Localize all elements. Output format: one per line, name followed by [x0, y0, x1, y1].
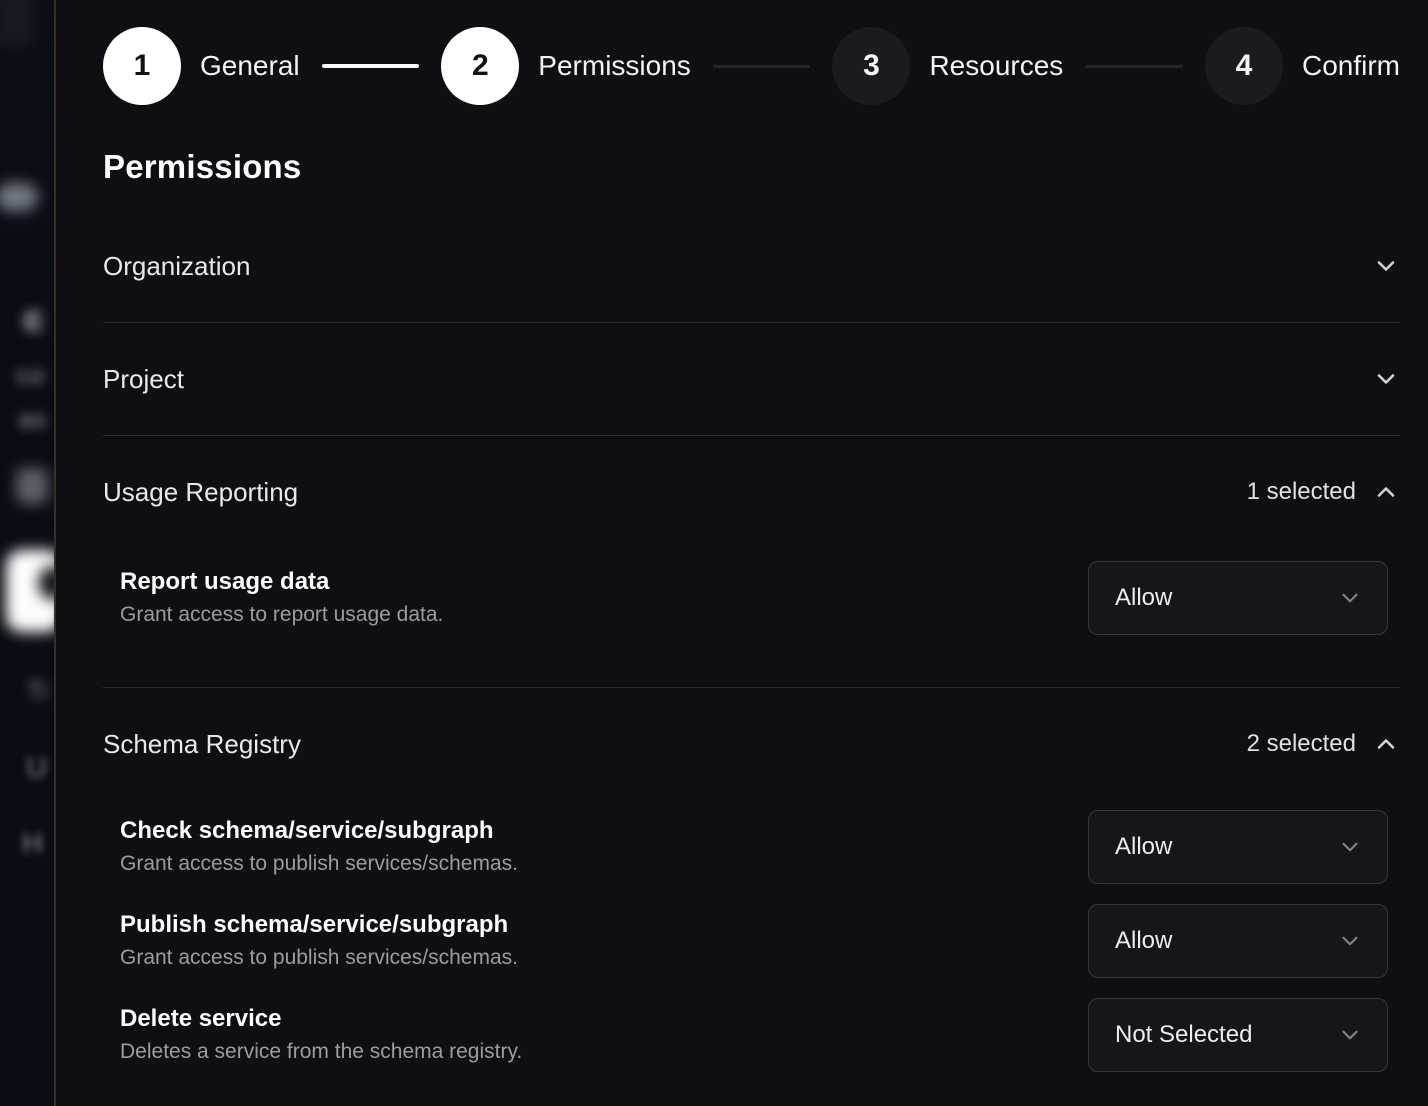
permission-select-report-usage-data[interactable]: Allow — [1088, 561, 1388, 635]
blur-text-fragment: c — [24, 300, 43, 339]
blur-blob — [0, 183, 38, 211]
wizard-stepper: 1 General 2 Permissions 3 Resources 4 Co… — [103, 27, 1400, 105]
step-circle-confirm[interactable]: 4 — [1205, 27, 1283, 105]
section-schema-registry-toggle[interactable]: Schema Registry 2 selected — [103, 688, 1400, 763]
permission-title: Check schema/service/subgraph — [120, 815, 518, 847]
step-label-permissions: Permissions — [538, 50, 690, 82]
step-label-general: General — [200, 50, 300, 82]
blur-blob — [16, 468, 48, 504]
blur-text-fragment: as — [18, 404, 47, 435]
blur-text-fragment: Ti — [26, 676, 48, 707]
step-circle-resources[interactable]: 3 — [832, 27, 910, 105]
blur-blob — [0, 0, 34, 45]
section-title: Organization — [103, 251, 250, 282]
dropdown-value: Allow — [1115, 927, 1172, 955]
chevron-up-icon — [1372, 730, 1400, 758]
section-title: Usage Reporting — [103, 477, 298, 508]
dropdown-value: Allow — [1115, 584, 1172, 612]
selected-count-badge: 2 selected — [1247, 730, 1356, 758]
selected-count-badge: 1 selected — [1247, 478, 1356, 506]
permission-title: Publish schema/service/subgraph — [120, 909, 518, 941]
chevron-down-icon — [1372, 365, 1400, 393]
background-app-blur: c co as Ti U H — [0, 0, 54, 1106]
permission-title: Delete service — [120, 1003, 522, 1035]
step-circle-permissions[interactable]: 2 — [441, 27, 519, 105]
chevron-down-icon — [1337, 834, 1363, 860]
section-organization: Organization — [103, 210, 1400, 323]
dropdown-value: Allow — [1115, 833, 1172, 861]
section-project: Project — [103, 323, 1400, 436]
dropdown-value: Not Selected — [1115, 1021, 1252, 1049]
permission-title: Report usage data — [120, 566, 443, 598]
create-key-wizard-panel: 1 General 2 Permissions 3 Resources 4 Co… — [54, 0, 1428, 1106]
step-connector — [1085, 65, 1183, 68]
blur-text-fragment: H — [22, 828, 43, 861]
chevron-down-icon — [1337, 1022, 1363, 1048]
blur-text-fragment: U — [26, 752, 47, 785]
step-circle-general[interactable]: 1 — [103, 27, 181, 105]
section-title: Project — [103, 364, 184, 395]
chevron-up-icon — [1372, 478, 1400, 506]
permission-description: Grant access to publish services/schemas… — [120, 941, 518, 974]
permission-select-check-schema[interactable]: Allow — [1088, 810, 1388, 884]
step-connector — [713, 65, 811, 68]
page-title: Permissions — [103, 148, 1400, 186]
step-label-confirm: Confirm — [1302, 50, 1400, 82]
blur-text-fragment: co — [16, 360, 45, 391]
section-usage-reporting-toggle[interactable]: Usage Reporting 1 selected — [103, 436, 1400, 511]
permission-description: Deletes a service from the schema regist… — [120, 1035, 522, 1068]
section-project-toggle[interactable]: Project — [103, 323, 1400, 435]
section-title: Schema Registry — [103, 729, 301, 760]
permission-select-delete-service[interactable]: Not Selected — [1088, 998, 1388, 1072]
permission-description: Grant access to report usage data. — [120, 598, 443, 631]
step-label-resources: Resources — [929, 50, 1063, 82]
section-organization-toggle[interactable]: Organization — [103, 210, 1400, 322]
chevron-down-icon — [1372, 252, 1400, 280]
section-usage-reporting: Usage Reporting 1 selected Report usage … — [103, 436, 1400, 688]
chevron-down-icon — [1337, 585, 1363, 611]
permission-row-delete-service: Delete service Deletes a service from th… — [120, 998, 1388, 1072]
chevron-down-icon — [1337, 928, 1363, 954]
permission-description: Grant access to publish services/schemas… — [120, 847, 518, 880]
permission-select-publish-schema[interactable]: Allow — [1088, 904, 1388, 978]
permission-row-report-usage-data: Report usage data Grant access to report… — [120, 561, 1388, 635]
step-connector — [322, 64, 420, 68]
permission-row-check-schema: Check schema/service/subgraph Grant acce… — [120, 810, 1388, 884]
section-schema-registry: Schema Registry 2 selected Check schema/… — [103, 688, 1400, 1100]
permission-row-publish-schema: Publish schema/service/subgraph Grant ac… — [120, 904, 1388, 978]
